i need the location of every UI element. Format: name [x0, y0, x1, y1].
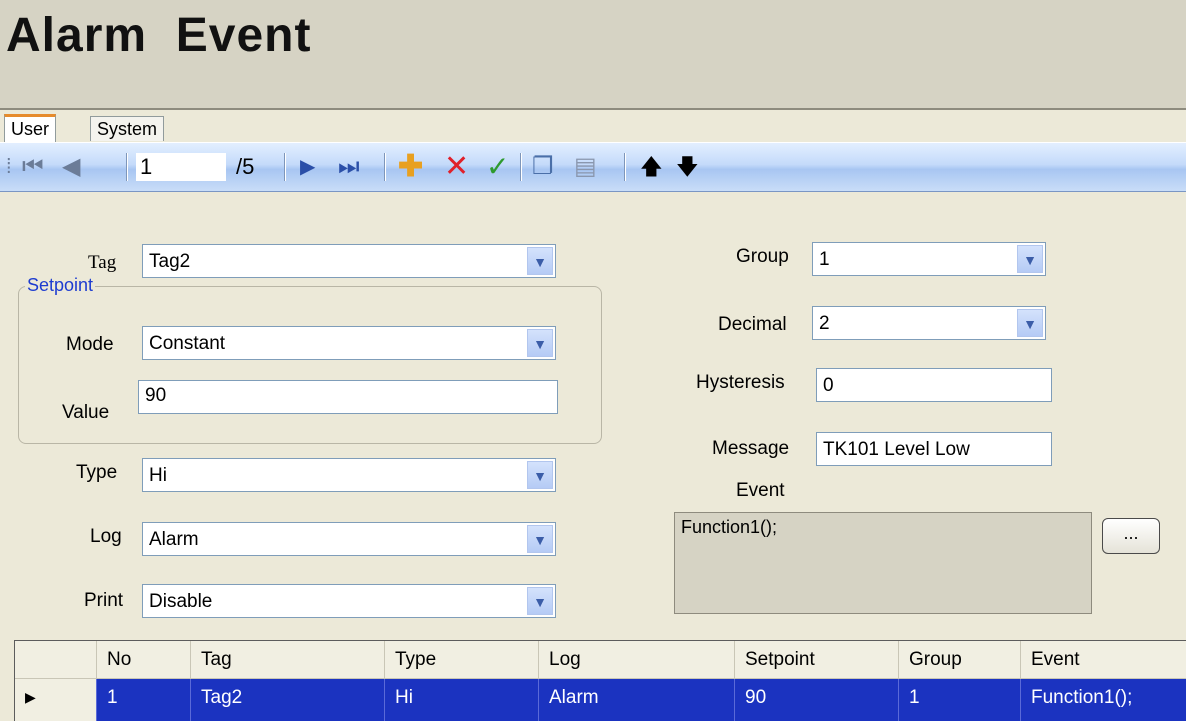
- decimal-select-value: 2: [819, 313, 830, 334]
- chevron-down-icon[interactable]: ▼: [527, 329, 553, 357]
- setpoint-value-input[interactable]: 90: [138, 380, 558, 414]
- event-script-box[interactable]: Function1();: [674, 512, 1092, 614]
- page-title: Alarm Event: [6, 9, 312, 62]
- group-select-value: 1: [819, 249, 830, 270]
- column-header-no[interactable]: No: [97, 641, 191, 679]
- cell-setpoint[interactable]: 90: [735, 679, 899, 721]
- message-label: Message: [712, 438, 790, 459]
- move-down-icon[interactable]: 🡇: [676, 143, 699, 191]
- cell-event[interactable]: Function1();: [1021, 679, 1186, 721]
- event-label: Event: [736, 480, 785, 501]
- type-select-value: Hi: [149, 465, 167, 486]
- delete-icon[interactable]: ✕: [444, 143, 469, 191]
- hysteresis-input[interactable]: 0: [816, 368, 1052, 402]
- toolbar-separator: [520, 153, 522, 181]
- confirm-icon[interactable]: ✓: [486, 143, 509, 191]
- add-icon[interactable]: ✚: [398, 143, 423, 191]
- group-select[interactable]: 1 ▼: [812, 242, 1046, 276]
- alarm-event-grid: No Tag Type Log Setpoint Group Event ▶ 1…: [14, 640, 1186, 721]
- column-header-event[interactable]: Event: [1021, 641, 1186, 679]
- mode-select[interactable]: Constant ▼: [142, 326, 556, 360]
- event-browse-button[interactable]: ...: [1102, 518, 1160, 554]
- decimal-label: Decimal: [718, 314, 787, 335]
- chevron-down-icon[interactable]: ▼: [1017, 309, 1043, 337]
- toolbar-separator: [384, 153, 386, 181]
- cell-group[interactable]: 1: [899, 679, 1021, 721]
- column-header-tag[interactable]: Tag: [191, 641, 385, 679]
- column-header-group[interactable]: Group: [899, 641, 1021, 679]
- print-select-value: Disable: [149, 591, 213, 612]
- message-input[interactable]: TK101 Level Low: [816, 432, 1052, 466]
- chevron-down-icon[interactable]: ▼: [527, 461, 553, 489]
- tag-select[interactable]: Tag2 ▼: [142, 244, 556, 278]
- paste-icon[interactable]: ▤: [574, 143, 597, 191]
- column-header-type[interactable]: Type: [385, 641, 539, 679]
- column-header-setpoint[interactable]: Setpoint: [735, 641, 899, 679]
- toolbar-grip-icon: ⁞: [6, 156, 12, 178]
- group-label: Group: [736, 246, 789, 267]
- last-record-icon[interactable]: ⏭: [338, 143, 360, 191]
- record-number-input[interactable]: [136, 153, 226, 181]
- tag-select-value: Tag2: [149, 251, 191, 272]
- record-total: /5: [236, 154, 255, 179]
- cell-no[interactable]: 1: [97, 679, 191, 721]
- print-label: Print: [84, 590, 124, 611]
- hysteresis-label: Hysteresis: [696, 372, 785, 393]
- toolbar-separator: [624, 153, 626, 181]
- first-record-icon[interactable]: ⏮: [22, 143, 44, 191]
- grid-corner-header: [15, 641, 97, 679]
- tab-system[interactable]: System: [90, 116, 165, 141]
- toolbar-separator: [284, 153, 286, 181]
- decimal-select[interactable]: 2 ▼: [812, 306, 1046, 340]
- log-label: Log: [90, 526, 122, 547]
- tab-user[interactable]: User: [4, 114, 57, 142]
- tab-strip: User System: [0, 110, 1186, 143]
- print-select[interactable]: Disable ▼: [142, 584, 556, 618]
- move-up-icon[interactable]: 🡅: [640, 143, 663, 191]
- chevron-down-icon[interactable]: ▼: [527, 525, 553, 553]
- toolbar-separator: [126, 153, 128, 181]
- record-toolbar: ⁞ ⏮ ◀ /5 ▶ ⏭ ✚ ✕ ✓ ❐ ▤ 🡅 🡇: [0, 142, 1186, 192]
- type-label: Type: [76, 462, 118, 483]
- tag-label: Tag: [88, 252, 117, 273]
- value-label: Value: [62, 402, 110, 423]
- column-header-log[interactable]: Log: [539, 641, 735, 679]
- cell-type[interactable]: Hi: [385, 679, 539, 721]
- log-select[interactable]: Alarm ▼: [142, 522, 556, 556]
- setpoint-legend: Setpoint: [25, 275, 96, 296]
- row-selector-icon[interactable]: ▶: [15, 679, 97, 721]
- log-select-value: Alarm: [149, 529, 199, 550]
- copy-icon[interactable]: ❐: [532, 143, 554, 191]
- next-record-icon[interactable]: ▶: [300, 143, 315, 191]
- mode-label: Mode: [66, 334, 114, 355]
- chevron-down-icon[interactable]: ▼: [527, 587, 553, 615]
- type-select[interactable]: Hi ▼: [142, 458, 556, 492]
- mode-select-value: Constant: [149, 333, 226, 354]
- chevron-down-icon[interactable]: ▼: [1017, 245, 1043, 273]
- chevron-down-icon[interactable]: ▼: [527, 247, 553, 275]
- cell-log[interactable]: Alarm: [539, 679, 735, 721]
- cell-tag[interactable]: Tag2: [191, 679, 385, 721]
- previous-record-icon[interactable]: ◀: [62, 143, 80, 191]
